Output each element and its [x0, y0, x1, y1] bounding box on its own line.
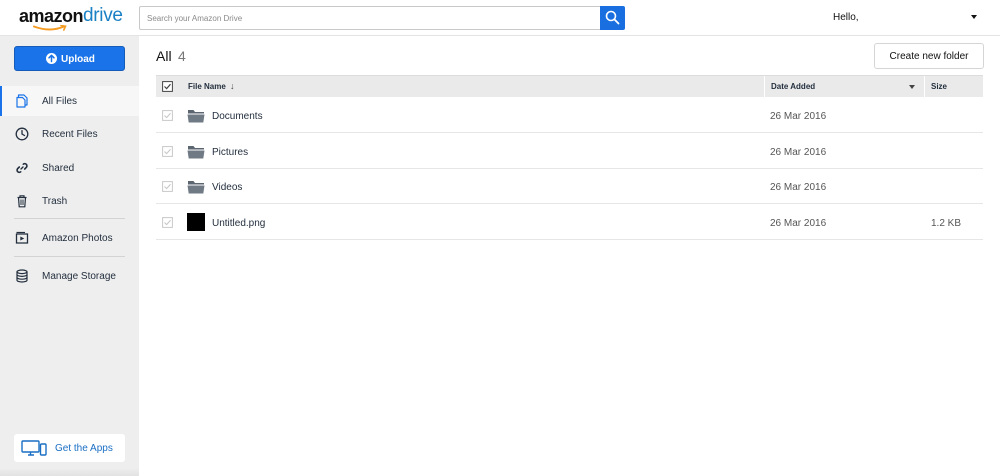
get-the-apps-label: Get the Apps — [55, 443, 113, 454]
column-header-size[interactable]: Size — [931, 82, 947, 91]
file-list-panel: All 4 Create new folder File Name ↓ Date… — [139, 36, 1000, 476]
search-button[interactable] — [600, 6, 625, 30]
date-added: 26 Mar 2016 — [770, 147, 827, 158]
sidebar: Upload All Files Recent Files Shared Tra… — [0, 36, 139, 476]
page-title: All — [156, 48, 172, 64]
dropdown-caret-icon[interactable] — [909, 85, 915, 89]
row-checkbox[interactable] — [162, 146, 173, 157]
file-name[interactable]: Pictures — [212, 147, 248, 158]
column-divider — [764, 76, 765, 98]
database-icon — [16, 269, 28, 283]
sidebar-item-label: Manage Storage — [42, 271, 116, 282]
account-greeting[interactable]: Hello, — [833, 12, 859, 23]
row-checkbox[interactable] — [162, 217, 173, 228]
column-divider — [924, 76, 925, 98]
sidebar-item-label: Recent Files — [42, 129, 98, 140]
sidebar-item-trash[interactable]: Trash — [0, 186, 139, 216]
sidebar-item-label: Trash — [42, 196, 68, 207]
sort-down-arrow-icon[interactable]: ↓ — [230, 81, 235, 91]
smile-arrow-icon — [33, 25, 67, 31]
date-added: 26 Mar 2016 — [770, 111, 827, 122]
folder-icon — [187, 181, 205, 194]
date-added: 26 Mar 2016 — [770, 218, 827, 229]
table-header: File Name ↓ Date Added Size — [156, 75, 983, 98]
upload-label: Upload — [61, 54, 95, 65]
search-icon — [605, 10, 620, 25]
account-menu-caret-icon[interactable] — [971, 15, 977, 19]
search-input[interactable] — [139, 6, 601, 30]
sidebar-item-label: Shared — [42, 163, 75, 174]
folder-icon — [187, 146, 205, 159]
file-name[interactable]: Videos — [212, 182, 242, 193]
column-header-file-name[interactable]: File Name — [188, 82, 226, 91]
sidebar-footer — [0, 468, 139, 476]
select-all-checkbox[interactable] — [162, 81, 173, 92]
folder-icon — [187, 110, 205, 123]
image-thumbnail[interactable] — [187, 213, 205, 231]
sidebar-item-all-files[interactable]: All Files — [0, 86, 139, 116]
top-bar: amazon drive Hello, — [0, 0, 1000, 36]
link-icon — [16, 162, 28, 174]
logo-word-amazon: amazon — [19, 6, 84, 26]
table-row[interactable]: Documents 26 Mar 2016 — [156, 98, 983, 133]
sidebar-item-recent-files[interactable]: Recent Files — [0, 119, 139, 149]
sidebar-item-amazon-photos[interactable]: Amazon Photos — [0, 223, 139, 253]
devices-icon — [21, 440, 47, 456]
date-added: 26 Mar 2016 — [770, 182, 827, 193]
trash-icon — [17, 195, 27, 208]
sidebar-item-label: All Files — [42, 96, 78, 107]
table-row[interactable]: Pictures 26 Mar 2016 — [156, 134, 983, 169]
get-the-apps-button[interactable]: Get the Apps — [14, 434, 125, 462]
files-icon — [16, 94, 28, 108]
upload-arrow-icon — [46, 53, 57, 64]
sidebar-item-shared[interactable]: Shared — [0, 153, 139, 183]
upload-button[interactable]: Upload — [14, 46, 125, 71]
sidebar-item-manage-storage[interactable]: Manage Storage — [0, 261, 139, 291]
item-count: 4 — [178, 48, 186, 64]
sidebar-divider — [14, 218, 125, 219]
column-header-date-added[interactable]: Date Added — [771, 82, 815, 91]
photos-icon — [15, 231, 29, 244]
clock-icon — [15, 127, 29, 141]
logo-word-drive: drive — [83, 5, 123, 26]
table-row[interactable]: Untitled.png 26 Mar 2016 1.2 KB — [156, 205, 983, 240]
sidebar-item-label: Amazon Photos — [42, 233, 113, 244]
table-row[interactable]: Videos 26 Mar 2016 — [156, 169, 983, 204]
amazon-drive-logo[interactable]: amazon drive — [19, 4, 129, 32]
create-new-folder-button[interactable]: Create new folder — [874, 43, 984, 69]
file-size: 1.2 KB — [931, 218, 962, 229]
row-checkbox[interactable] — [162, 181, 173, 192]
file-name[interactable]: Documents — [212, 111, 263, 122]
file-name[interactable]: Untitled.png — [212, 218, 265, 229]
row-checkbox[interactable] — [162, 110, 173, 121]
sidebar-divider — [14, 256, 125, 257]
